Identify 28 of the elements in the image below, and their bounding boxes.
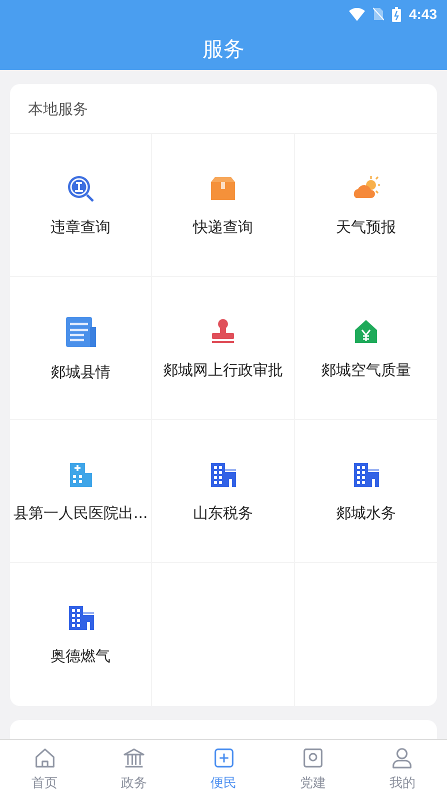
wifi-icon	[348, 8, 365, 20]
service-label: 违章查询	[50, 218, 111, 236]
service-label: 郯城水务	[336, 504, 396, 522]
service-tile[interactable]: 奥德燃气	[10, 563, 152, 706]
document-icon	[64, 314, 98, 348]
service-tile[interactable]: 郯城网上行政审批	[152, 277, 295, 420]
section-title: 本地服务	[27, 99, 89, 120]
service-label: 快递查询	[192, 218, 253, 236]
service-tile[interactable]: 违章查询	[10, 134, 152, 277]
service-label: 天气预报	[336, 218, 396, 236]
service-tile[interactable]: 天气预报	[294, 134, 437, 277]
battery-icon	[392, 6, 401, 22]
service-label: 郯城县情	[50, 362, 111, 382]
service-tile[interactable]: 山东税务	[152, 420, 295, 563]
service-label: 郯城空气质量	[320, 360, 411, 380]
no-sim-icon	[372, 7, 384, 21]
service-tile[interactable]: 郯城空气质量	[294, 277, 437, 420]
page-title: 服务	[202, 36, 244, 63]
service-tile[interactable]: 郯城水务	[294, 420, 437, 563]
status-time: 4:43	[408, 6, 437, 22]
service-label: 县第一人民医院出...	[14, 504, 148, 522]
service-label: 郯城网上行政审批	[162, 360, 283, 380]
service-label: 山东税务	[192, 504, 253, 522]
service-tile[interactable]: 快递查询	[152, 134, 295, 277]
service-tile[interactable]: 县第一人民医院出...	[10, 420, 152, 563]
service-label: 奥德燃气	[50, 647, 111, 666]
magnifier-icon	[66, 174, 96, 204]
service-tile[interactable]: 郯城县情	[10, 277, 152, 420]
